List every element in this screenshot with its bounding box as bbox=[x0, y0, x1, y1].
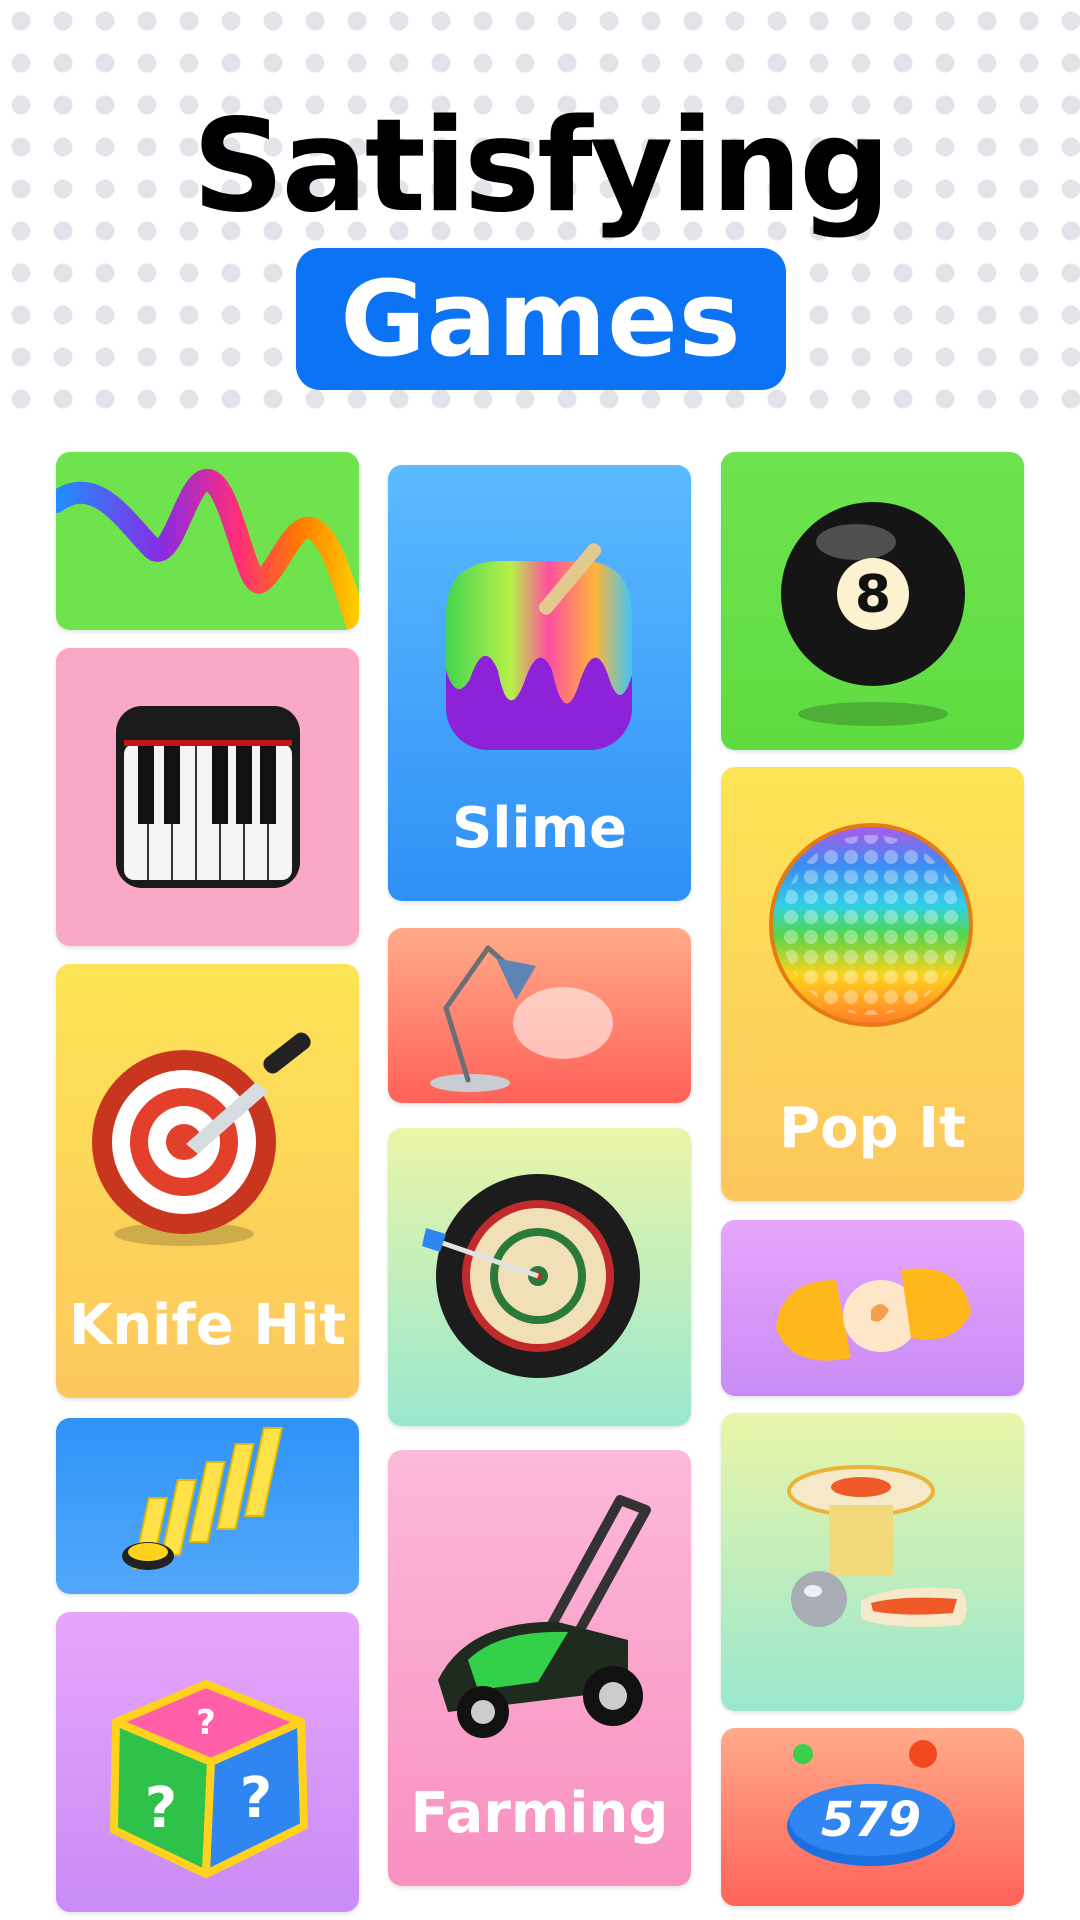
game-tile-piano[interactable] bbox=[56, 648, 359, 946]
game-tile-mystery-box[interactable]: ? ? ? bbox=[56, 1612, 359, 1912]
piano-icon bbox=[116, 706, 300, 888]
game-tile-farming[interactable]: Farming bbox=[388, 1450, 691, 1886]
mystery-mark-left: ? bbox=[145, 1776, 177, 1841]
game-label-farming: Farming bbox=[410, 1781, 669, 1846]
headline-title: Satisfying bbox=[192, 92, 891, 241]
headline-badge: Games bbox=[296, 248, 786, 390]
game-label-knife-hit: Knife Hit bbox=[68, 1293, 347, 1358]
game-tile-pinball[interactable] bbox=[721, 1413, 1024, 1711]
domino-icon bbox=[122, 1427, 284, 1570]
headline-badge-label: Games bbox=[340, 258, 742, 380]
game-tile-pop-it[interactable]: Pop It bbox=[721, 767, 1024, 1201]
eight-ball-number: 8 bbox=[855, 565, 891, 625]
game-tile-ribbon[interactable] bbox=[56, 452, 359, 630]
game-tile-counter[interactable]: 579 bbox=[721, 1728, 1024, 1906]
eight-ball-icon: 8 bbox=[781, 502, 965, 726]
surprise-egg-icon bbox=[776, 1268, 971, 1361]
game-tile-knife-hit[interactable]: Knife Hit bbox=[56, 964, 359, 1398]
mystery-mark-top: ? bbox=[196, 1703, 216, 1743]
counter-value: 579 bbox=[821, 1792, 921, 1848]
game-tile-pool[interactable]: 8 bbox=[721, 452, 1024, 750]
game-tile-lamp[interactable] bbox=[388, 928, 691, 1103]
game-tile-darts[interactable] bbox=[388, 1128, 691, 1426]
pinball-icon bbox=[787, 1465, 967, 1627]
game-label-slime: Slime bbox=[451, 796, 628, 861]
game-tile-slime[interactable]: Slime bbox=[388, 465, 691, 901]
desk-lamp-icon bbox=[430, 945, 613, 1092]
ribbon-icon bbox=[56, 469, 359, 630]
game-tile-egg[interactable] bbox=[721, 1220, 1024, 1396]
game-label-pop-it: Pop It bbox=[779, 1096, 966, 1161]
game-tile-domino[interactable] bbox=[56, 1418, 359, 1594]
dartboard-icon bbox=[422, 1174, 640, 1378]
counter-button-icon: 579 bbox=[787, 1740, 955, 1866]
mystery-mark-right: ? bbox=[240, 1766, 272, 1831]
mystery-box-icon: ? ? ? bbox=[110, 1680, 308, 1878]
